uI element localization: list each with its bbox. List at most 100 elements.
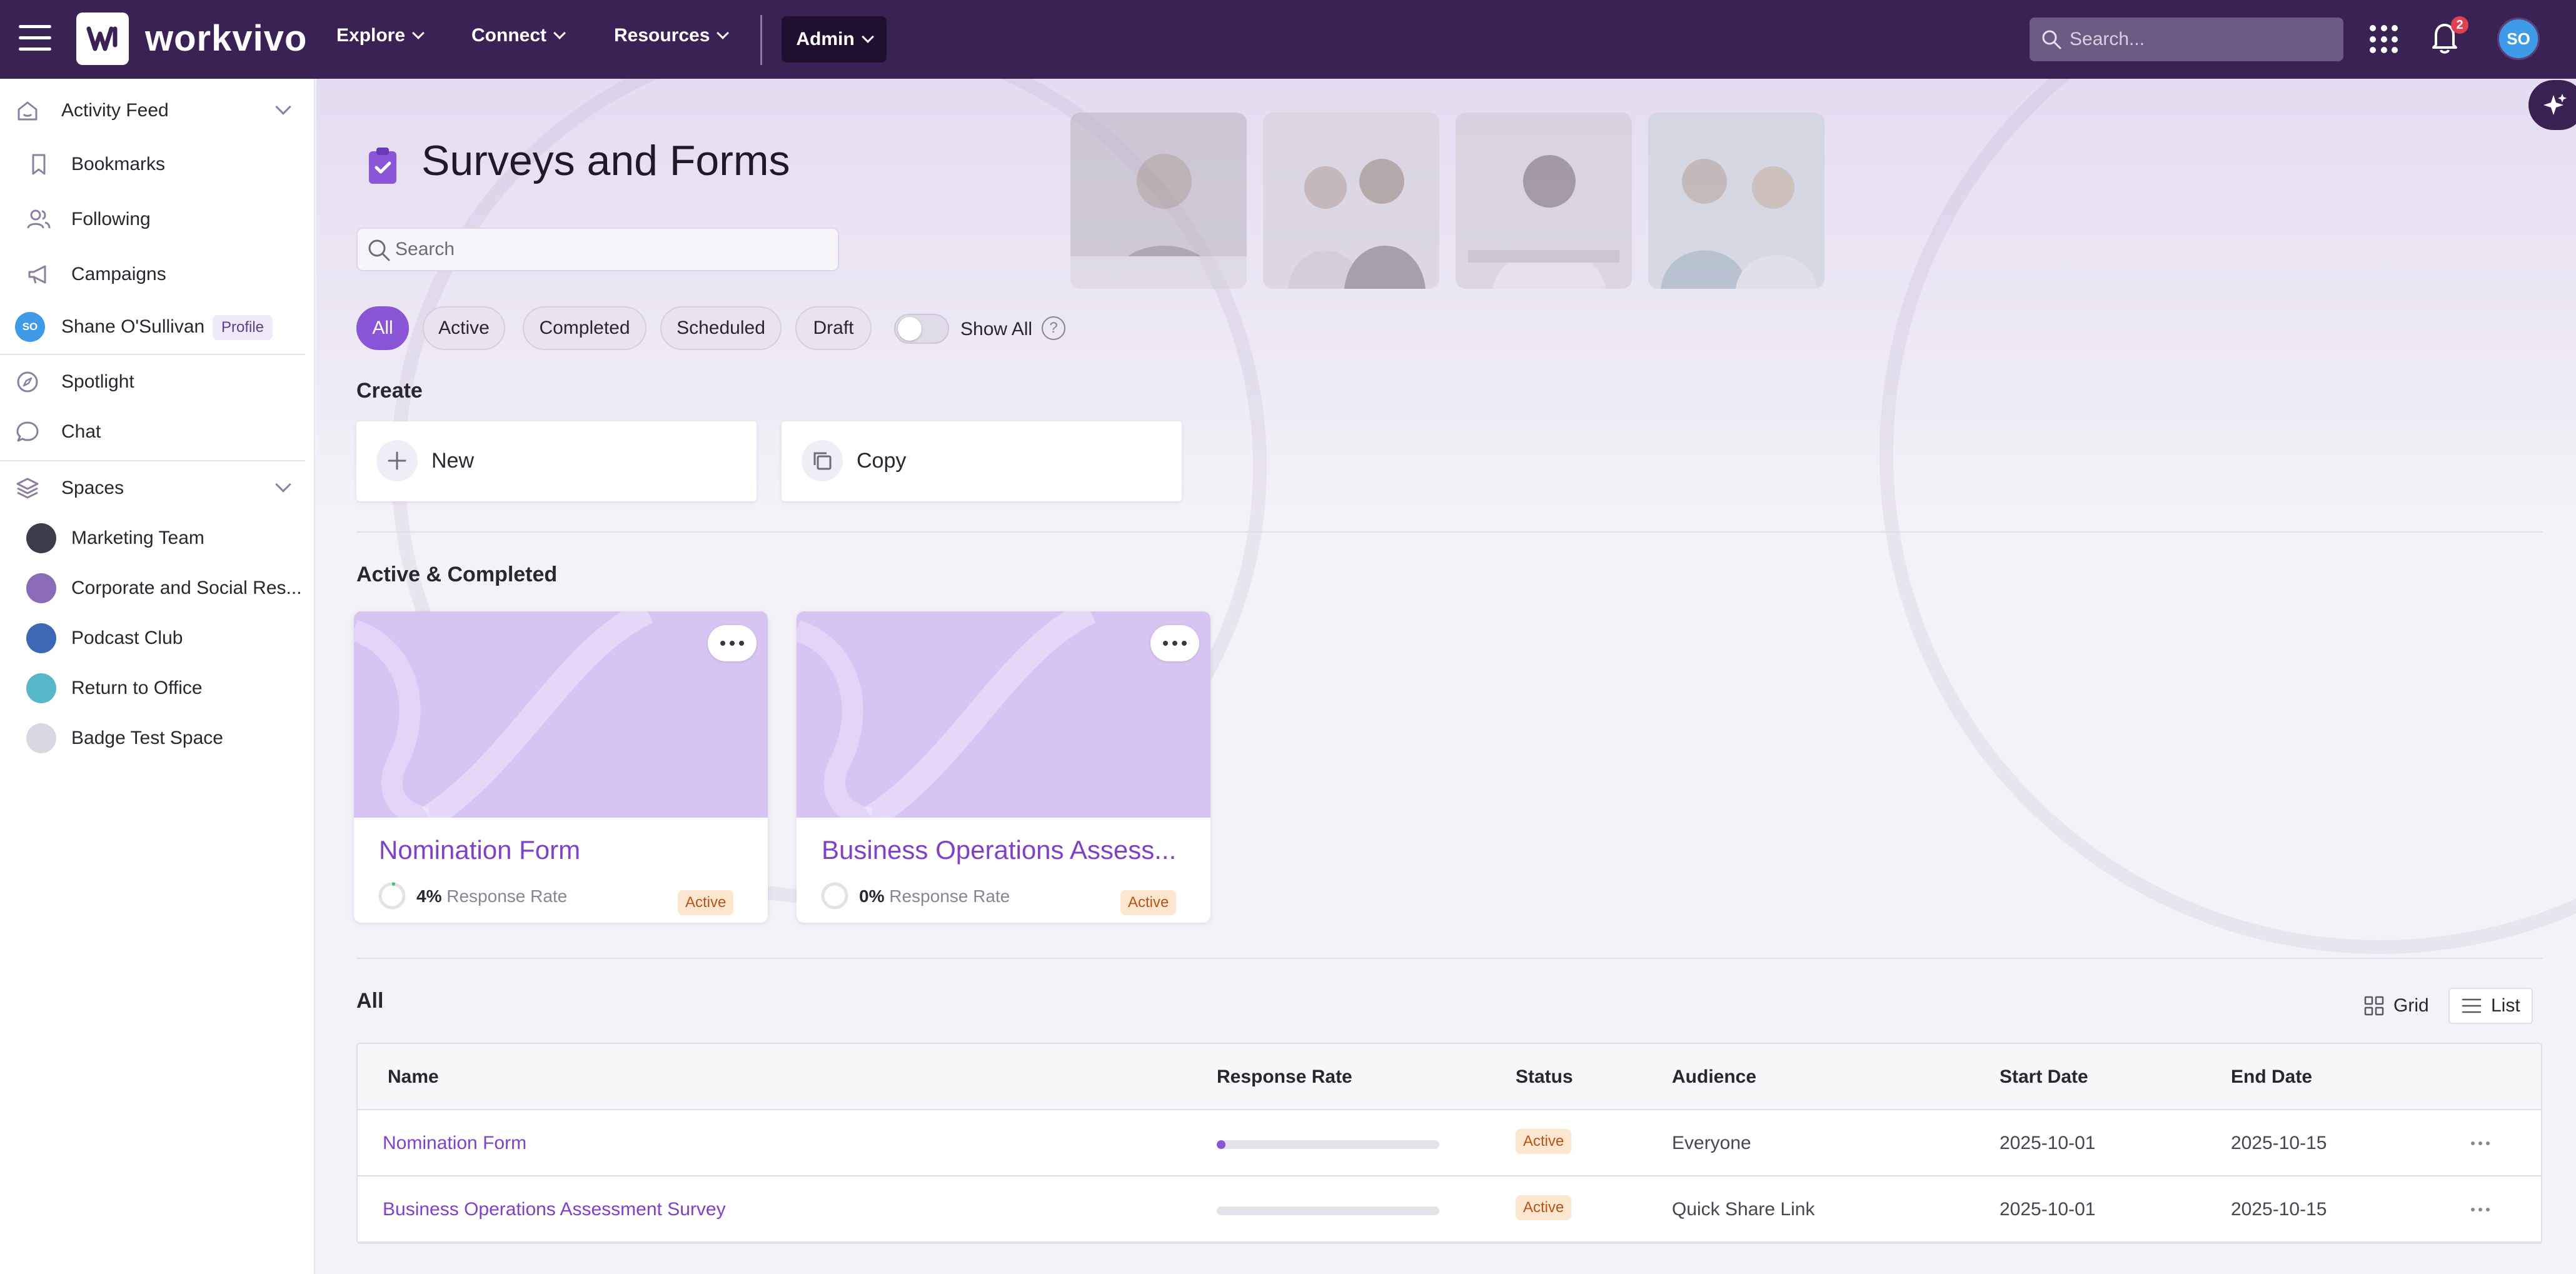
megaphone-icon — [26, 523, 56, 553]
card-response-rate: 4% Response Rate — [416, 886, 567, 906]
sidebar-item-label: Chat — [61, 421, 101, 442]
more-options-button[interactable] — [1150, 625, 1199, 661]
sidebar-item-following[interactable]: Following — [0, 198, 315, 241]
building-icon — [26, 673, 56, 703]
admin-label: Admin — [796, 29, 855, 49]
card-title[interactable]: Nomination Form — [379, 835, 580, 865]
sidebar-item-label: Spotlight — [61, 371, 134, 392]
column-header-name[interactable]: Name — [388, 1066, 439, 1088]
globe-icon — [26, 573, 56, 603]
response-rate-ring — [821, 882, 848, 910]
row-end-date: 2025-10-15 — [2231, 1199, 2327, 1220]
nav-connect[interactable]: Connect — [471, 25, 566, 46]
list-icon — [2462, 998, 2482, 1013]
sidebar-space-badge-test[interactable]: Badge Test Space — [0, 716, 315, 760]
create-new-card[interactable]: New — [356, 421, 757, 501]
row-more-options-icon[interactable] — [2471, 1208, 2490, 1211]
apps-grid-icon[interactable] — [2370, 25, 2398, 54]
row-name-link[interactable]: Nomination Form — [383, 1133, 526, 1154]
filter-chip-draft[interactable]: Draft — [795, 306, 872, 350]
global-search-input[interactable] — [2070, 29, 2332, 50]
ai-assistant-sparkle-icon[interactable] — [2528, 80, 2576, 130]
copy-icon — [802, 440, 843, 481]
menu-icon[interactable] — [19, 25, 51, 53]
row-audience: Quick Share Link — [1672, 1199, 1815, 1220]
grid-view-label: Grid — [2393, 995, 2429, 1016]
users-icon — [26, 207, 51, 232]
hero-photo — [1648, 113, 1824, 289]
filter-chip-completed[interactable]: Completed — [523, 306, 647, 350]
form-card-business-operations[interactable]: Business Operations Assess... 0% Respons… — [797, 611, 1210, 923]
filter-chip-active[interactable]: Active — [423, 306, 505, 350]
forms-table: Name Response Rate Status Audience Start… — [356, 1043, 2542, 1244]
create-section-title: Create — [356, 379, 423, 403]
nav-resources-label: Resources — [614, 25, 710, 46]
microphone-icon — [26, 623, 56, 653]
table-row[interactable]: Nomination Form Active Everyone 2025-10-… — [358, 1110, 2541, 1176]
sidebar-item-chat[interactable]: Chat — [0, 410, 315, 454]
table-row[interactable]: Business Operations Assessment Survey Ac… — [358, 1176, 2541, 1243]
sidebar-space-corporate-social[interactable]: Corporate and Social Res... — [0, 566, 315, 610]
column-header-start-date[interactable]: Start Date — [2000, 1066, 2088, 1088]
filter-chip-all[interactable]: All — [356, 306, 409, 350]
sidebar-item-activity-feed[interactable]: Activity Feed — [0, 89, 315, 133]
forms-search[interactable] — [356, 228, 839, 271]
column-header-end-date[interactable]: End Date — [2231, 1066, 2312, 1088]
clipboard-check-icon — [364, 146, 401, 186]
sidebar-space-podcast-club[interactable]: Podcast Club — [0, 616, 315, 660]
grid-view-button[interactable]: Grid — [2352, 988, 2440, 1024]
search-icon — [368, 239, 390, 261]
section-divider — [356, 958, 2542, 959]
page-title: Surveys and Forms — [421, 137, 790, 184]
column-header-status[interactable]: Status — [1516, 1066, 1573, 1088]
nav-divider — [760, 15, 762, 65]
sidebar-space-return-to-office[interactable]: Return to Office — [0, 666, 315, 710]
nav-resources[interactable]: Resources — [614, 25, 730, 46]
sidebar-item-bookmarks[interactable]: Bookmarks — [0, 143, 315, 186]
column-header-audience[interactable]: Audience — [1672, 1066, 1756, 1088]
admin-menu-button[interactable]: Admin — [782, 16, 887, 63]
create-copy-card[interactable]: Copy — [782, 421, 1182, 501]
status-badge: Active — [1516, 1195, 1572, 1220]
filter-chip-scheduled[interactable]: Scheduled — [660, 306, 782, 350]
card-response-rate: 0% Response Rate — [859, 886, 1010, 906]
forms-search-input[interactable] — [395, 239, 820, 260]
card-banner — [797, 611, 1210, 818]
workvivo-logo-icon[interactable] — [76, 13, 129, 65]
chevron-down-icon — [717, 27, 730, 39]
list-view-button[interactable]: List — [2448, 988, 2533, 1024]
global-search[interactable] — [2030, 18, 2343, 61]
status-badge: Active — [1516, 1129, 1572, 1154]
hero-photo — [1456, 113, 1632, 289]
layers-icon — [15, 476, 40, 501]
sidebar-item-label: Following — [71, 209, 151, 229]
space-label: Badge Test Space — [71, 728, 223, 748]
compass-icon — [15, 369, 40, 394]
show-all-toggle[interactable] — [894, 314, 949, 344]
nav-explore-label: Explore — [336, 25, 406, 46]
nav-explore[interactable]: Explore — [336, 25, 425, 46]
row-name-link[interactable]: Business Operations Assessment Survey — [383, 1199, 726, 1220]
sidebar-item-label: Spaces — [61, 478, 124, 498]
create-new-label: New — [431, 449, 475, 473]
sidebar-item-spaces[interactable]: Spaces — [0, 466, 315, 510]
chevron-down-icon[interactable] — [275, 99, 291, 115]
row-start-date: 2025-10-01 — [2000, 1133, 2096, 1153]
plus-icon — [376, 440, 418, 481]
profile-name: Shane O'Sullivan — [61, 316, 205, 337]
row-more-options-icon[interactable] — [2471, 1141, 2490, 1145]
card-banner — [354, 611, 768, 818]
sidebar-item-spotlight[interactable]: Spotlight — [0, 360, 315, 404]
column-header-response-rate[interactable]: Response Rate — [1217, 1066, 1352, 1088]
chevron-down-icon — [861, 31, 874, 43]
sidebar-item-campaigns[interactable]: Campaigns — [0, 253, 315, 296]
help-icon[interactable]: ? — [1042, 316, 1065, 340]
card-title[interactable]: Business Operations Assess... — [822, 835, 1176, 865]
more-options-button[interactable] — [708, 625, 757, 661]
chevron-down-icon[interactable] — [275, 476, 291, 493]
sidebar-item-profile[interactable]: SO Shane O'Sullivan Profile — [0, 305, 315, 349]
sidebar-space-marketing-team[interactable]: Marketing Team — [0, 516, 315, 560]
form-card-nomination[interactable]: Nomination Form 4% Response Rate Active — [354, 611, 768, 923]
user-avatar[interactable]: SO — [2497, 18, 2540, 60]
megaphone-icon — [26, 262, 51, 287]
